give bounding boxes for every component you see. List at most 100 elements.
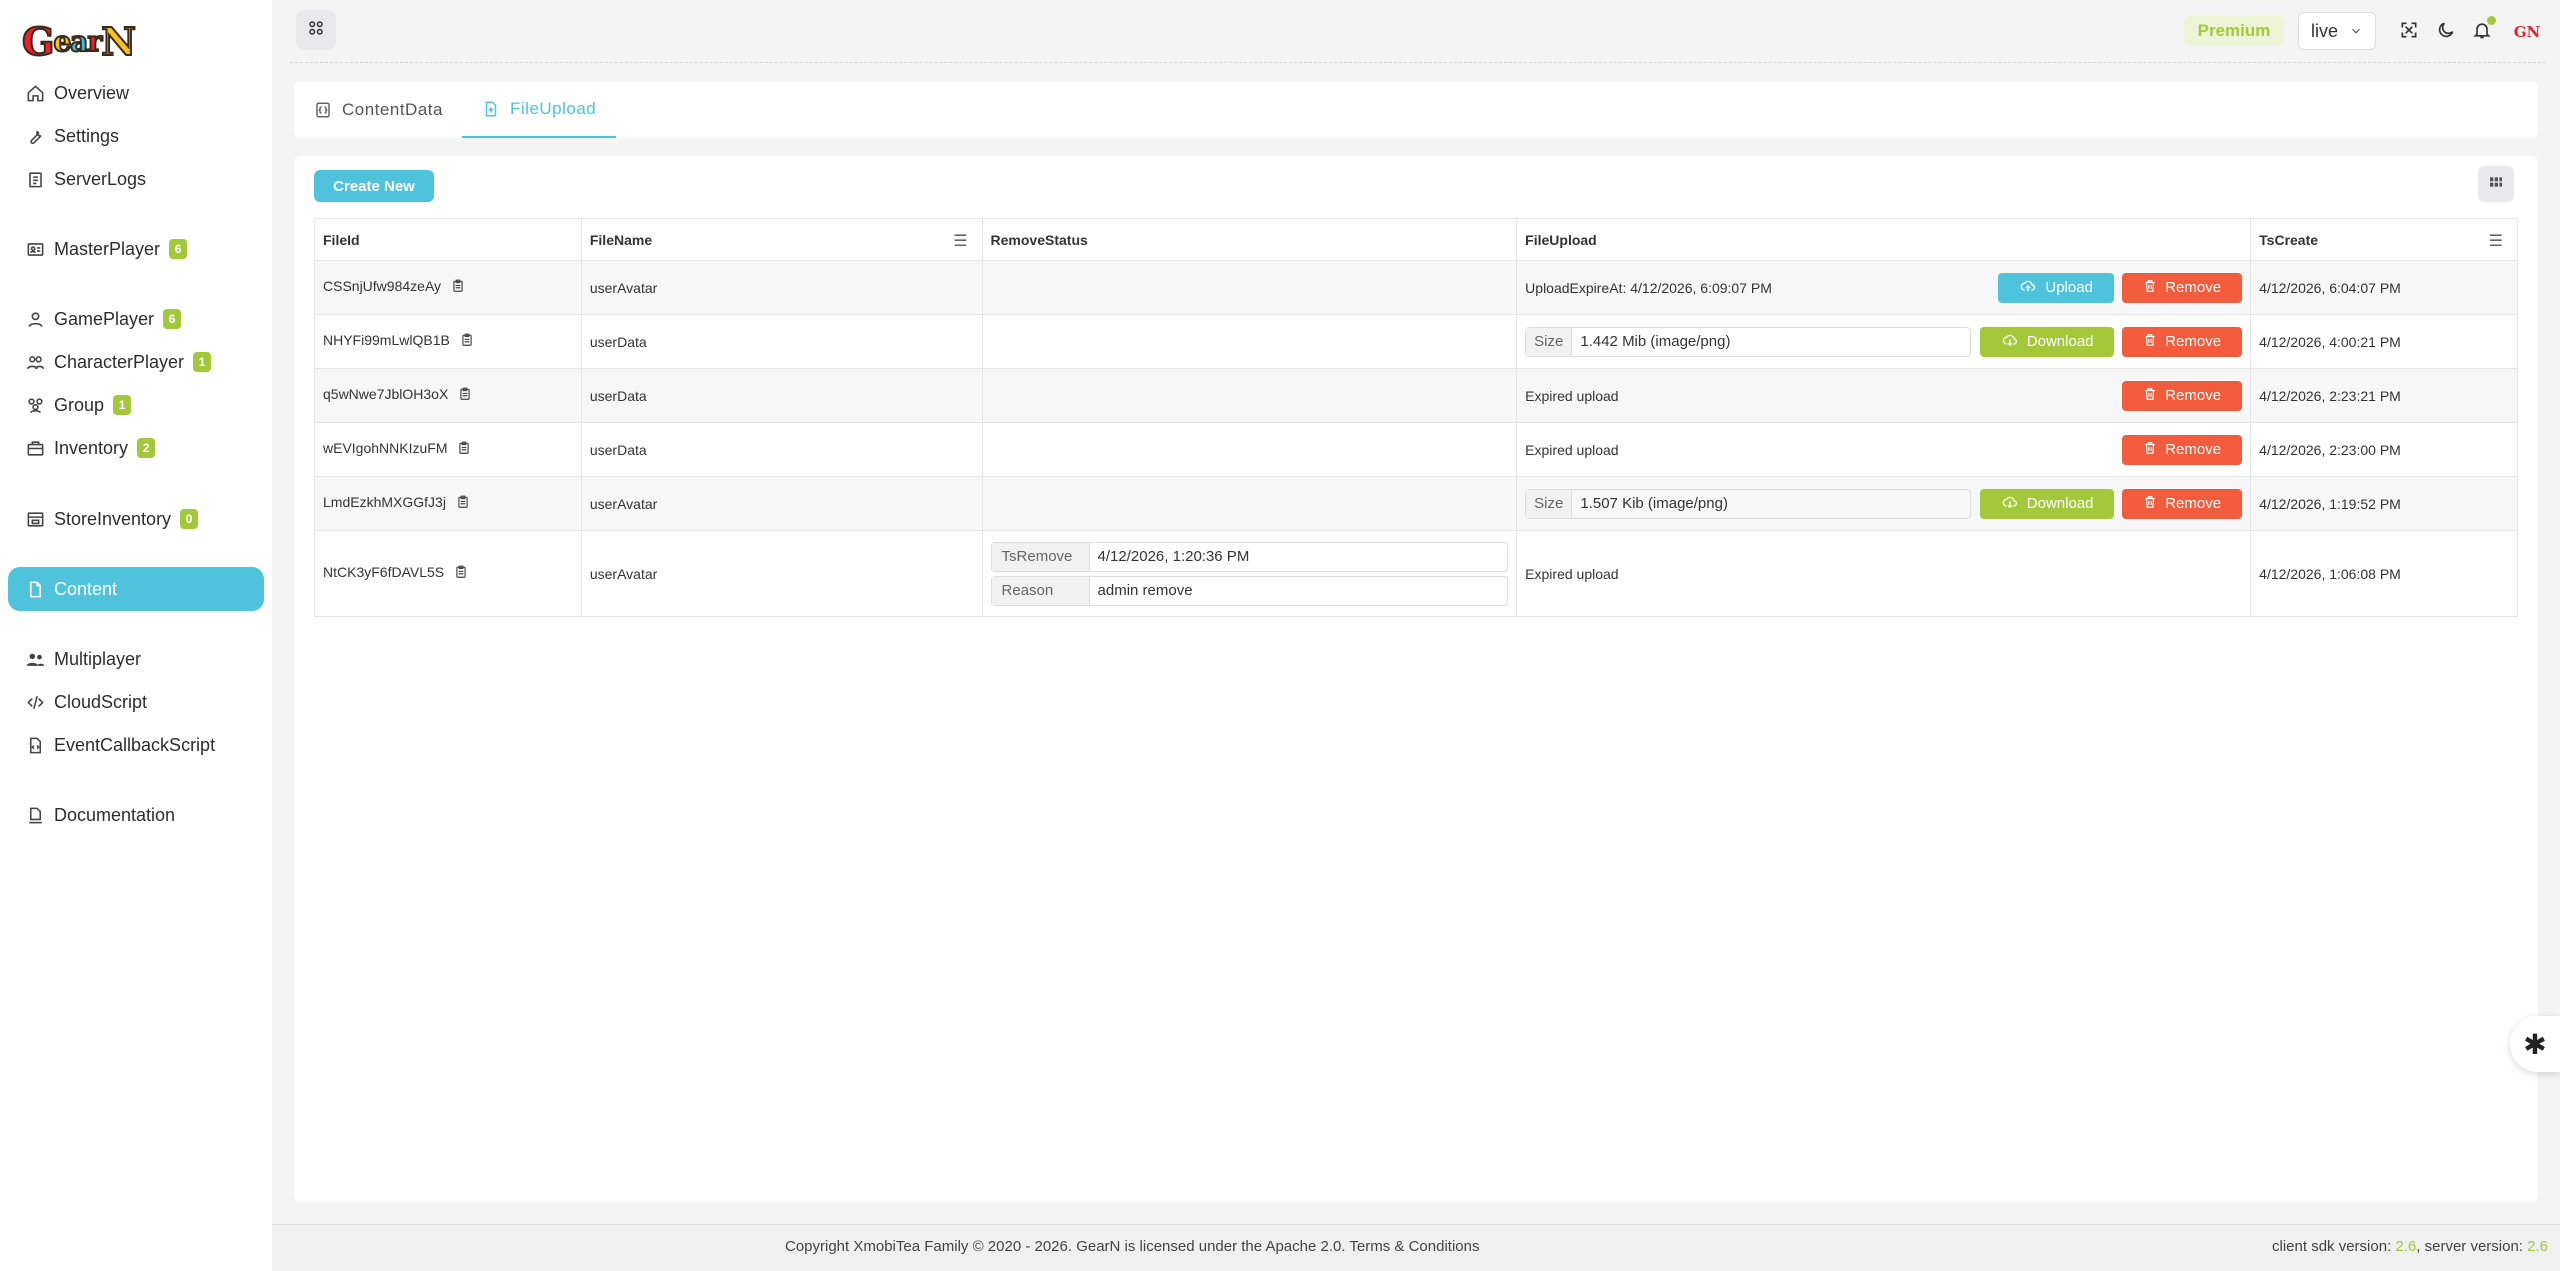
sidebar-item-multiplayer[interactable]: Multiplayer bbox=[8, 638, 264, 680]
column-header-filename[interactable]: FileName ☰ bbox=[580, 218, 983, 261]
file-upload-table: FileId FileName ☰ RemoveStatus FileUpload… bbox=[314, 218, 2518, 617]
sidebar-item-gameplayer[interactable]: GamePlayer 6 bbox=[8, 298, 264, 340]
count-badge: 0 bbox=[180, 509, 199, 529]
upload-button[interactable]: Upload bbox=[1998, 272, 2115, 303]
file-id-text: LmdEzkhMXGGfJ3j bbox=[323, 494, 446, 511]
wrench-icon bbox=[25, 126, 45, 146]
upload-status-text: Expired upload bbox=[1525, 441, 1619, 458]
floating-helper-button[interactable]: ✱ bbox=[2510, 1016, 2560, 1072]
column-header-fileid[interactable]: FileId bbox=[314, 218, 582, 261]
users-icon bbox=[25, 352, 45, 372]
size-label: Size bbox=[1526, 489, 1573, 518]
cloud-download-icon bbox=[2001, 494, 2019, 514]
column-header-tscreate[interactable]: TsCreate ☰ bbox=[2250, 218, 2518, 261]
sidebar-item-settings[interactable]: Settings bbox=[8, 115, 264, 157]
clipboard-icon bbox=[25, 169, 45, 189]
sidebar-item-masterplayer[interactable]: MasterPlayer 6 bbox=[8, 228, 264, 270]
cell-file-name: userData bbox=[580, 422, 983, 477]
sidebar-item-documentation[interactable]: Documentation bbox=[8, 794, 264, 836]
size-field: Size 1.507 Kib (image/png) bbox=[1525, 488, 1972, 519]
create-new-button[interactable]: Create New bbox=[314, 170, 434, 202]
tab-label: FileUpload bbox=[510, 99, 597, 118]
sidebar-item-serverlogs[interactable]: ServerLogs bbox=[8, 158, 264, 200]
size-value: 1.442 Mib (image/png) bbox=[1580, 333, 1731, 350]
cell-file-upload: Size 1.507 Kib (image/png) Download Remov… bbox=[1516, 476, 2252, 531]
sidebar-item-label: CloudScript bbox=[54, 691, 148, 712]
clipboard-copy-icon[interactable] bbox=[456, 494, 470, 513]
clipboard-copy-icon[interactable] bbox=[454, 564, 468, 583]
sidebar-item-label: EventCallbackScript bbox=[54, 734, 216, 755]
logo-letter: N bbox=[100, 18, 137, 65]
column-header-fileupload[interactable]: FileUpload bbox=[1516, 218, 2252, 261]
tab-fileupload[interactable]: FileUpload bbox=[462, 82, 617, 138]
table-row: NHYFi99mLwlQB1B userData Size 1.442 Mib (… bbox=[314, 314, 2518, 369]
clipboard-copy-icon[interactable] bbox=[460, 332, 474, 351]
moon-icon[interactable] bbox=[2434, 18, 2458, 42]
app-grid-button[interactable] bbox=[296, 10, 336, 50]
logo-letter: a bbox=[69, 24, 89, 59]
cell-ts-create: 4/12/2026, 4:00:21 PM bbox=[2250, 314, 2518, 369]
count-badge: 2 bbox=[137, 438, 156, 458]
briefcase-icon bbox=[25, 438, 45, 458]
size-value: 1.507 Kib (image/png) bbox=[1580, 495, 1728, 512]
file-upload-panel: Create New FileId FileName ☰ RemoveStatus… bbox=[294, 156, 2538, 1202]
tab-label: ContentData bbox=[342, 100, 443, 119]
cell-file-name: userData bbox=[580, 314, 983, 369]
cell-file-id: LmdEzkhMXGGfJ3j bbox=[314, 476, 582, 531]
sidebar-item-group[interactable]: Group 1 bbox=[8, 384, 264, 426]
fullscreen-icon[interactable] bbox=[2397, 18, 2421, 42]
column-menu-icon[interactable]: ☰ bbox=[2489, 231, 2503, 251]
sidebar-item-storeinventory[interactable]: StoreInventory 0 bbox=[8, 498, 264, 540]
environment-select[interactable]: live bbox=[2298, 12, 2376, 50]
sidebar-item-overview[interactable]: Overview bbox=[8, 72, 264, 114]
cell-file-upload: UploadExpireAt: 4/12/2026, 6:09:07 PM Up… bbox=[1516, 260, 2252, 315]
button-label: Upload bbox=[2045, 279, 2093, 296]
sidebar-item-label: GamePlayer bbox=[54, 308, 155, 329]
column-header-removestatus[interactable]: RemoveStatus bbox=[981, 218, 1518, 261]
remove-button[interactable]: Remove bbox=[2122, 380, 2243, 411]
clipboard-copy-icon[interactable] bbox=[457, 440, 471, 459]
sidebar-item-inventory[interactable]: Inventory 2 bbox=[8, 427, 264, 469]
column-menu-icon[interactable]: ☰ bbox=[953, 231, 967, 251]
button-label: Remove bbox=[2165, 441, 2222, 458]
table-row: CSSnjUfw984zeAy userAvatar UploadExpireA… bbox=[314, 260, 2518, 315]
sidebar-item-cloudscript[interactable]: CloudScript bbox=[8, 681, 264, 723]
tab-contentdata[interactable]: ContentData bbox=[314, 82, 443, 138]
download-button[interactable]: Download bbox=[1980, 326, 2115, 357]
logo-letter: G bbox=[21, 18, 55, 65]
premium-badge[interactable]: Premium bbox=[2184, 16, 2284, 46]
cell-file-id: NtCK3yF6fDAVL5S bbox=[314, 530, 582, 617]
server-version-label: , server version: bbox=[2416, 1238, 2528, 1255]
button-label: Remove bbox=[2165, 387, 2222, 404]
reason-field: Reason admin remove bbox=[990, 575, 1509, 606]
clipboard-copy-icon[interactable] bbox=[458, 386, 472, 405]
gearn-logo[interactable]: G e a r N bbox=[21, 18, 137, 65]
avatar[interactable]: GN bbox=[2510, 18, 2544, 46]
trash-icon bbox=[2143, 332, 2157, 352]
remove-button[interactable]: Remove bbox=[2122, 488, 2243, 519]
doc-icon bbox=[25, 805, 45, 825]
download-button[interactable]: Download bbox=[1980, 488, 2115, 519]
cell-file-id: wEVIgohNNKIzuFM bbox=[314, 422, 582, 477]
server-version-value: 2.6 bbox=[2527, 1238, 2548, 1255]
ts-remove-label: TsRemove bbox=[991, 542, 1090, 571]
remove-button[interactable]: Remove bbox=[2122, 434, 2243, 465]
clipboard-copy-icon[interactable] bbox=[451, 278, 465, 297]
sidebar-item-label: CharacterPlayer bbox=[54, 351, 185, 372]
cell-remove-status bbox=[981, 368, 1518, 423]
store-icon bbox=[25, 509, 45, 529]
bell-icon[interactable] bbox=[2470, 16, 2496, 42]
button-label: Download bbox=[2026, 333, 2094, 350]
sidebar-item-eventcallbackscript[interactable]: EventCallbackScript bbox=[8, 724, 264, 766]
remove-button[interactable]: Remove bbox=[2122, 272, 2243, 303]
sidebar-item-label: StoreInventory bbox=[54, 508, 172, 529]
remove-button[interactable]: Remove bbox=[2122, 326, 2243, 357]
logo-letter: r bbox=[86, 24, 103, 59]
cell-ts-create: 4/12/2026, 2:23:00 PM bbox=[2250, 422, 2518, 477]
upload-file-icon bbox=[482, 100, 500, 118]
cell-file-name: userData bbox=[580, 368, 983, 423]
column-toggle-button[interactable] bbox=[2478, 166, 2514, 202]
cell-file-id: CSSnjUfw984zeAy bbox=[314, 260, 582, 315]
sidebar-item-characterplayer[interactable]: CharacterPlayer 1 bbox=[8, 341, 264, 383]
sidebar-item-content[interactable]: Content bbox=[8, 567, 264, 611]
